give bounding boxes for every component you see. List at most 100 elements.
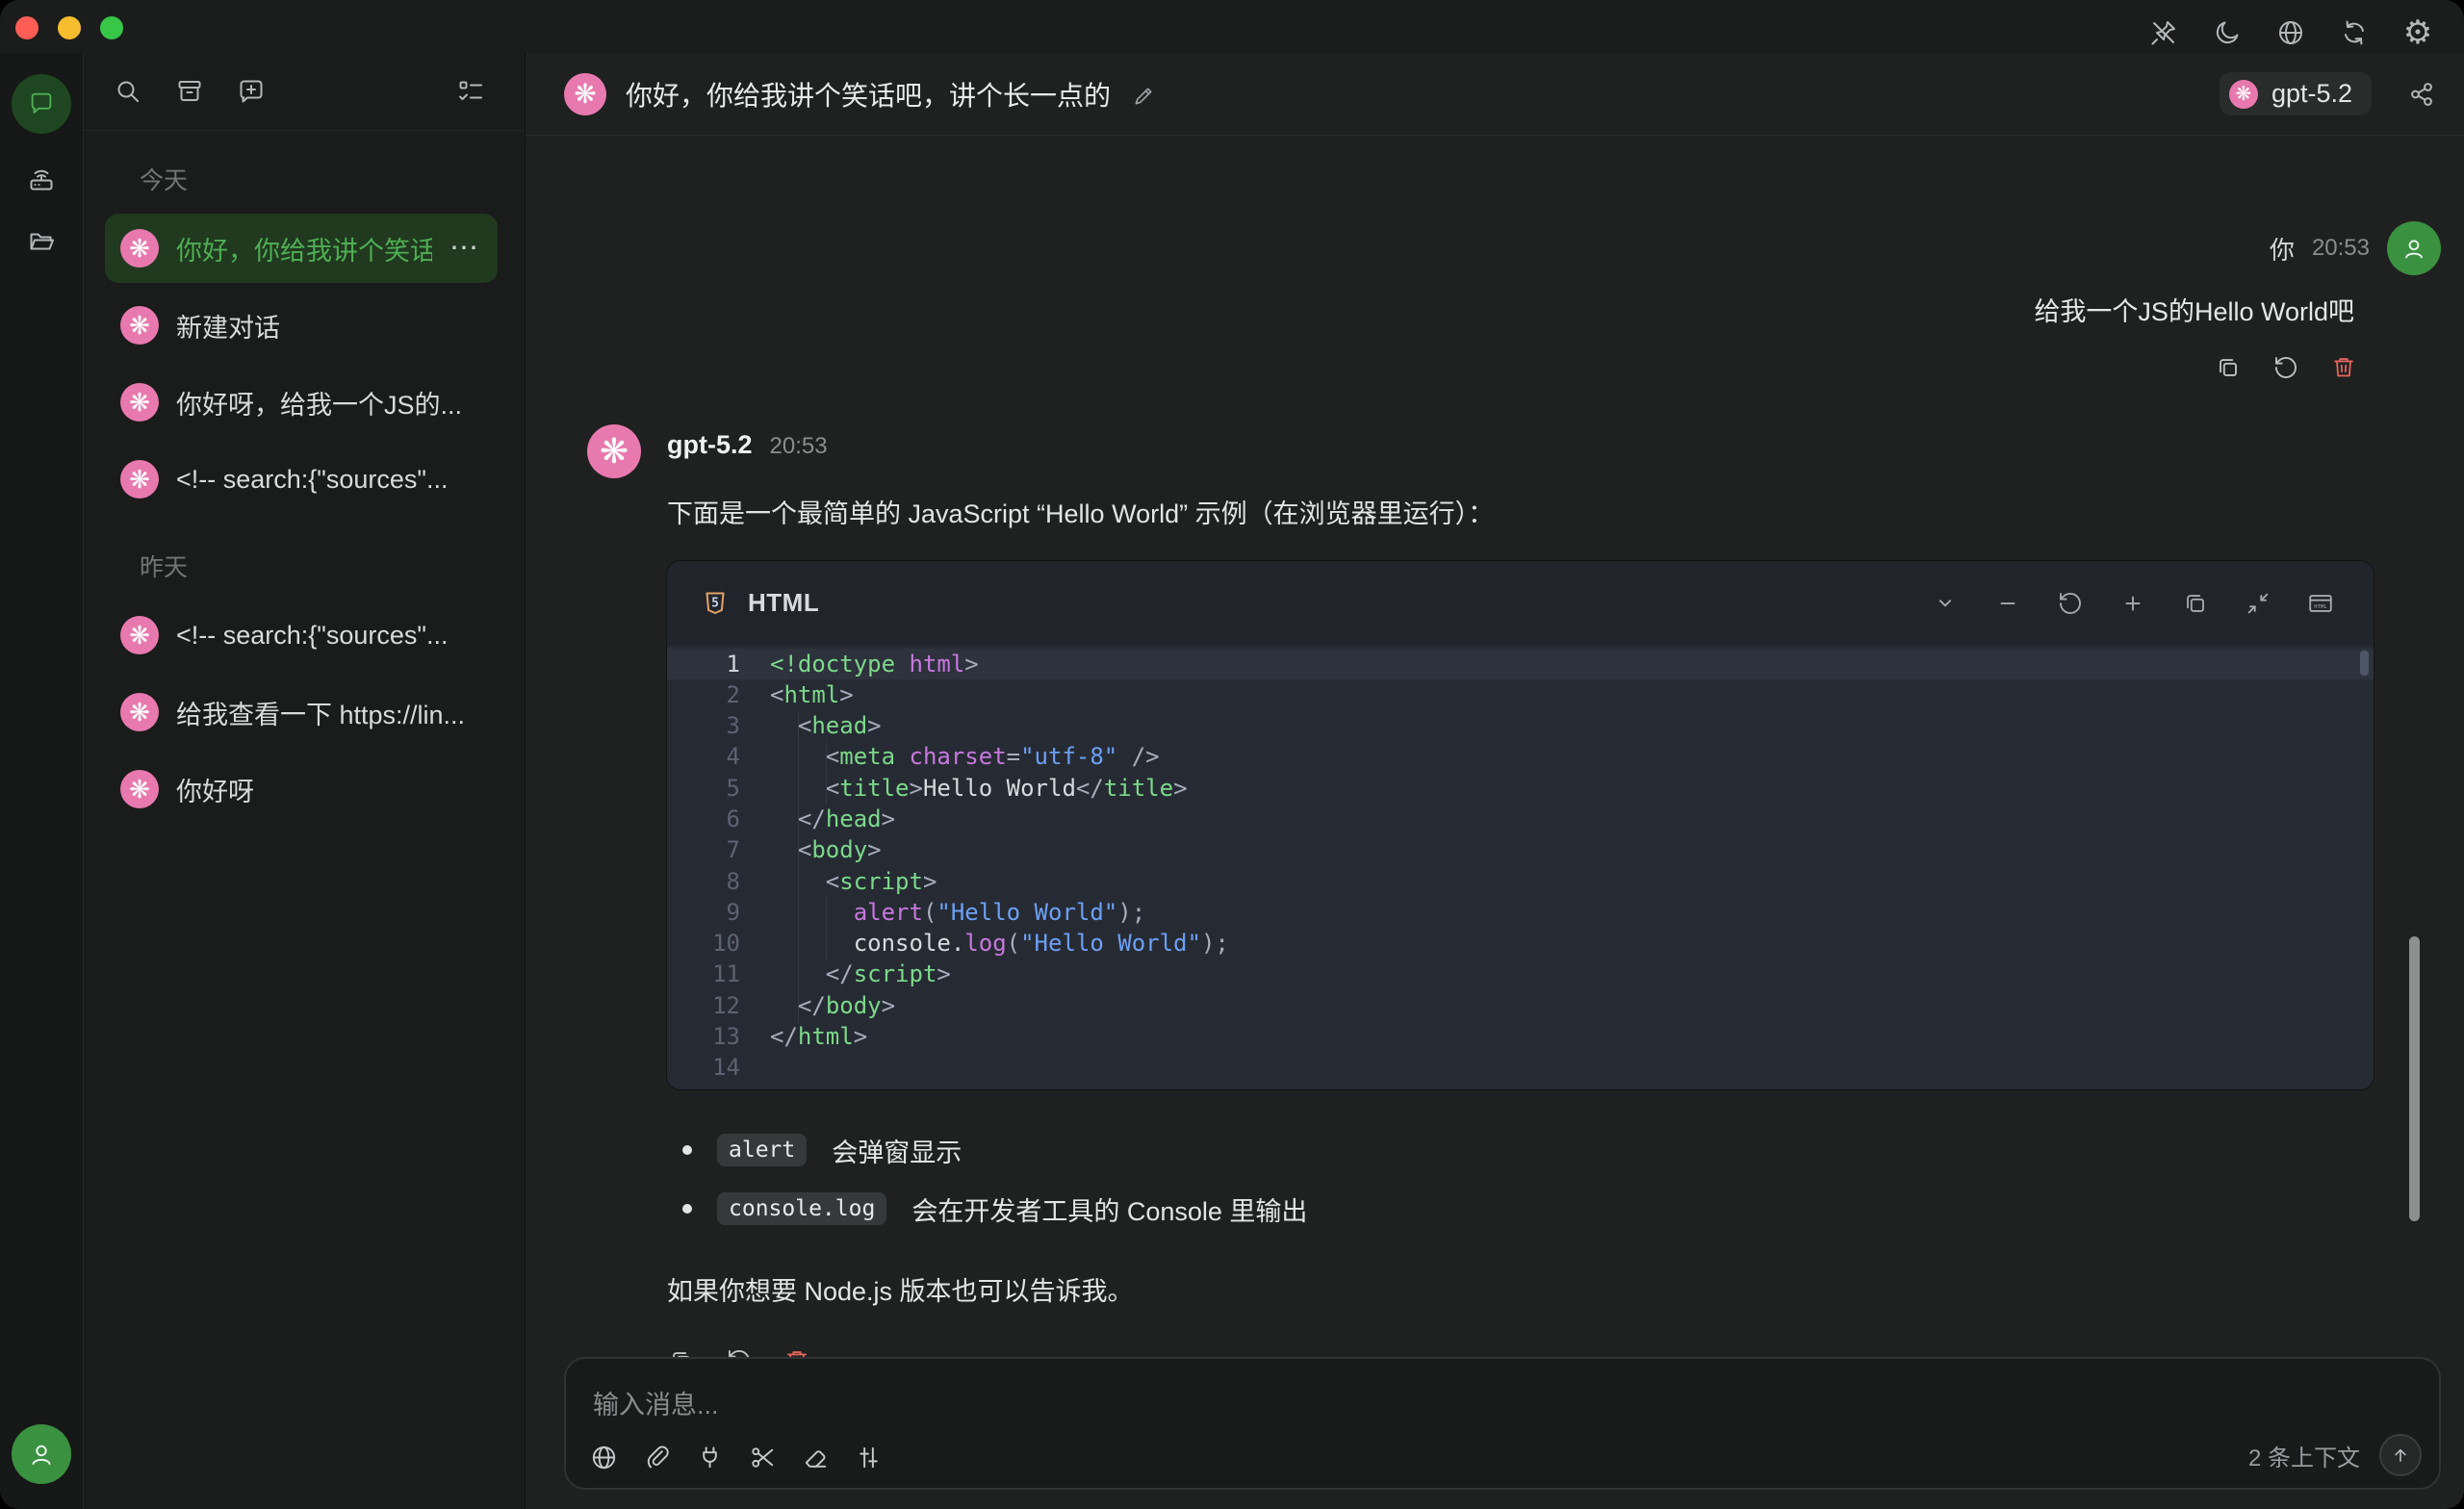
language-button[interactable] [2272, 13, 2310, 52]
conversation-sidebar: 今天 ❋ 你好，你给我讲个笑话... ⋯ ❋ 新建对话 ❋ 你好呀，给我一个JS… [84, 53, 526, 1509]
chat-header: ❋ 你好，你给我讲个笑话吧，讲个长一点的 ❋ gpt-5.2 [526, 53, 2464, 136]
chat-item-title: 给我查看一下 https://lin... [176, 694, 480, 731]
bullet-text: 会弹窗显示 [832, 1132, 962, 1169]
openai-logo-avatar: ❋ [564, 73, 606, 115]
code-scrollbar-thumb[interactable] [2360, 651, 2369, 676]
chat-item[interactable]: ❋ <!-- search:{"sources"... [105, 445, 498, 514]
openai-logo-avatar: ❋ [2229, 80, 2258, 109]
folder-icon [26, 225, 57, 256]
web-search-button[interactable] [589, 1443, 619, 1472]
new-chat-icon [236, 76, 267, 107]
close-window-button[interactable] [15, 16, 38, 39]
plug-icon [695, 1443, 725, 1472]
sync-button[interactable] [2335, 13, 2374, 52]
zoom-window-button[interactable] [100, 16, 123, 39]
archive-box-icon [174, 76, 205, 107]
chat-item-title: <!-- search:{"sources"... [176, 621, 480, 651]
assistant-bullet-list: alert 会弹窗显示 console.log 会在开发者工具的 Console… [667, 1132, 2441, 1228]
archive-button[interactable] [170, 72, 209, 111]
new-chat-button[interactable] [232, 72, 270, 111]
minimize-window-button[interactable] [58, 16, 81, 39]
nav-files-button[interactable] [12, 211, 71, 270]
adjustments-icon [854, 1443, 884, 1472]
snippet-button[interactable] [748, 1443, 778, 1472]
message-settings-button[interactable] [854, 1443, 884, 1472]
task-list-button[interactable] [451, 72, 490, 111]
nav-chats-button[interactable] [12, 74, 71, 134]
user-avatar [2387, 221, 2441, 275]
chat-item-title: 新建对话 [176, 307, 480, 345]
openai-logo-avatar: ❋ [120, 770, 159, 808]
assistant-message-meta: gpt-5.2 20:53 [667, 430, 2441, 460]
edit-title-button[interactable] [1132, 81, 1159, 108]
send-message-button[interactable] [2379, 1434, 2422, 1476]
list-item: alert 会弹窗显示 [667, 1132, 2441, 1169]
chat-item[interactable]: ❋ 你好呀，给我一个JS的... [105, 368, 498, 437]
code-font-decrease-button[interactable] [1993, 589, 2022, 618]
arrow-up-icon [2388, 1443, 2413, 1468]
person-icon [26, 1439, 57, 1470]
code-preview-button[interactable]: HTML [2306, 589, 2335, 618]
chat-main: ❋ 你好，你给我讲个笑话吧，讲个长一点的 ❋ gpt-5.2 [526, 53, 2464, 1509]
window-controls [15, 16, 123, 39]
scissors-icon [748, 1443, 778, 1472]
code-shrink-button[interactable] [2244, 589, 2272, 618]
chat-item-title: 你好呀，给我一个JS的... [176, 384, 480, 422]
user-profile-button[interactable] [12, 1424, 71, 1484]
sidebar-toolbar [84, 53, 525, 131]
code-line: 7 <body> [667, 834, 2374, 865]
ellipsis-icon: ⋯ [449, 234, 480, 263]
chat-item-menu-button[interactable]: ⋯ [449, 234, 480, 263]
theme-toggle-button[interactable] [2208, 13, 2246, 52]
svg-text:5: 5 [711, 596, 719, 610]
code-language-label: HTML [748, 588, 819, 618]
code-collapse-toggle-button[interactable] [1931, 589, 1960, 618]
assistant-avatar: ❋ [587, 424, 641, 478]
pin-off-icon [2148, 17, 2179, 48]
regenerate-button[interactable] [2272, 353, 2300, 382]
settings-button[interactable]: ⚙ [2399, 13, 2437, 52]
chat-item[interactable]: ❋ 你好呀 [105, 754, 498, 824]
composer-right: 2 条上下文 [2248, 1434, 2422, 1476]
attach-file-button[interactable] [642, 1443, 672, 1472]
message-scroll-area[interactable]: 你 20:53 给我一个JS的Hello World吧 [526, 135, 2464, 1509]
code-font-increase-button[interactable] [2118, 589, 2147, 618]
nav-remote-button[interactable] [12, 151, 71, 211]
share-button[interactable] [2406, 79, 2437, 110]
inline-code: console.log [717, 1192, 886, 1225]
paperclip-icon [642, 1443, 672, 1472]
code-editor[interactable]: 1<!doctype html>2<html>3 <head>4 <meta c… [667, 646, 2374, 1089]
sync-icon [2339, 17, 2370, 48]
openai-logo-avatar: ❋ [120, 229, 159, 268]
section-label-yesterday: 昨天 [140, 549, 525, 583]
user-message-text: 给我一个JS的Hello World吧 [2034, 291, 2354, 328]
chat-item[interactable]: ❋ <!-- search:{"sources"... [105, 601, 498, 670]
chat-item[interactable]: ❋ 新建对话 [105, 291, 498, 360]
main-scrollbar-thumb[interactable] [2409, 936, 2420, 1221]
pencil-icon [1132, 81, 1159, 108]
plus-icon [2118, 589, 2147, 618]
refresh-icon [2272, 353, 2300, 382]
indent-guide [798, 711, 799, 1022]
model-selector[interactable]: ❋ gpt-5.2 [2220, 72, 2372, 115]
code-copy-button[interactable] [2181, 589, 2210, 618]
user-message-meta: 你 20:53 [2270, 221, 2441, 275]
browser-preview-icon: HTML [2306, 589, 2335, 618]
copy-message-button[interactable] [2214, 353, 2243, 382]
pin-window-button[interactable] [2144, 13, 2183, 52]
svg-text:HTML: HTML [2314, 604, 2327, 610]
assistant-message-time: 20:53 [770, 433, 828, 460]
search-button[interactable] [109, 72, 147, 111]
chat-item[interactable]: ❋ 你好，你给我讲个笑话... ⋯ [105, 214, 498, 283]
message-composer[interactable]: 输入消息... [564, 1357, 2441, 1490]
share-icon [2406, 79, 2437, 110]
bullet-dot [682, 1145, 692, 1155]
plugins-button[interactable] [695, 1443, 725, 1472]
code-font-reset-button[interactable] [2056, 589, 2085, 618]
clear-context-button[interactable] [801, 1443, 831, 1472]
user-message: 你 20:53 给我一个JS的Hello World吧 [564, 221, 2441, 382]
delete-message-button[interactable] [2329, 353, 2358, 382]
chat-item[interactable]: ❋ 给我查看一下 https://lin... [105, 678, 498, 747]
code-line: 1<!doctype html> [667, 649, 2374, 679]
collapse-arrows-icon [2244, 589, 2272, 618]
